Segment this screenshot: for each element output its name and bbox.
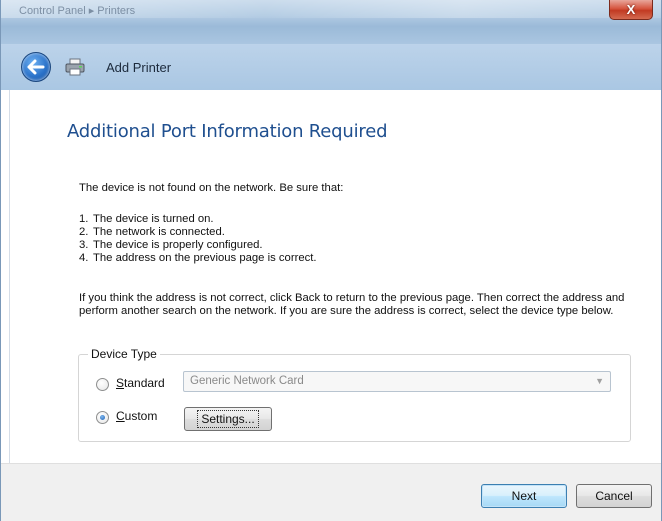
custom-radio[interactable] — [96, 411, 109, 424]
checklist-item: 2. The network is connected. — [79, 226, 225, 238]
settings-button-label: Settings... — [197, 410, 259, 428]
device-type-select-value: Generic Network Card — [190, 375, 304, 387]
title-bar[interactable]: Control Panel ▸ Printers X — [1, 0, 661, 44]
next-button-label: Next — [511, 489, 537, 503]
next-button[interactable]: Next — [481, 484, 567, 508]
device-type-group — [78, 354, 631, 442]
checklist-item: 4. The address on the previous page is co… — [79, 252, 317, 264]
checklist: 1. The device is turned on. 2. The network… — [79, 213, 317, 265]
standard-radio-label[interactable]: Standard — [116, 376, 165, 390]
checklist-item: 3. The device is properly configured. — [79, 239, 263, 251]
navigation-bar — [1, 44, 661, 90]
checklist-item: 1. The device is turned on. — [79, 213, 214, 225]
settings-button[interactable]: Settings... — [184, 407, 272, 431]
window-title: Control Panel ▸ Printers — [19, 5, 136, 17]
custom-radio-label[interactable]: Custom — [116, 409, 157, 423]
close-button[interactable]: X — [609, 0, 653, 20]
cancel-button[interactable]: Cancel — [576, 484, 652, 508]
page-heading: Additional Port Information Required — [67, 121, 388, 142]
close-icon: X — [626, 2, 636, 17]
back-arrow-icon — [27, 59, 45, 75]
instructions-paragraph: If you think the address is not correct,… — [79, 292, 625, 317]
device-type-legend: Device Type — [88, 347, 160, 361]
add-printer-window: Control Panel ▸ Printers X Add Printer A… — [0, 0, 662, 521]
nav-title: Add Printer — [106, 60, 172, 75]
device-type-select[interactable]: Generic Network Card ▼ — [183, 371, 611, 392]
back-button[interactable] — [21, 52, 51, 82]
chevron-down-icon: ▼ — [595, 376, 604, 386]
intro-text: The device is not found on the network. … — [79, 182, 344, 194]
printer-icon — [65, 58, 85, 76]
cancel-button-label: Cancel — [595, 489, 633, 503]
standard-radio[interactable] — [96, 378, 109, 391]
